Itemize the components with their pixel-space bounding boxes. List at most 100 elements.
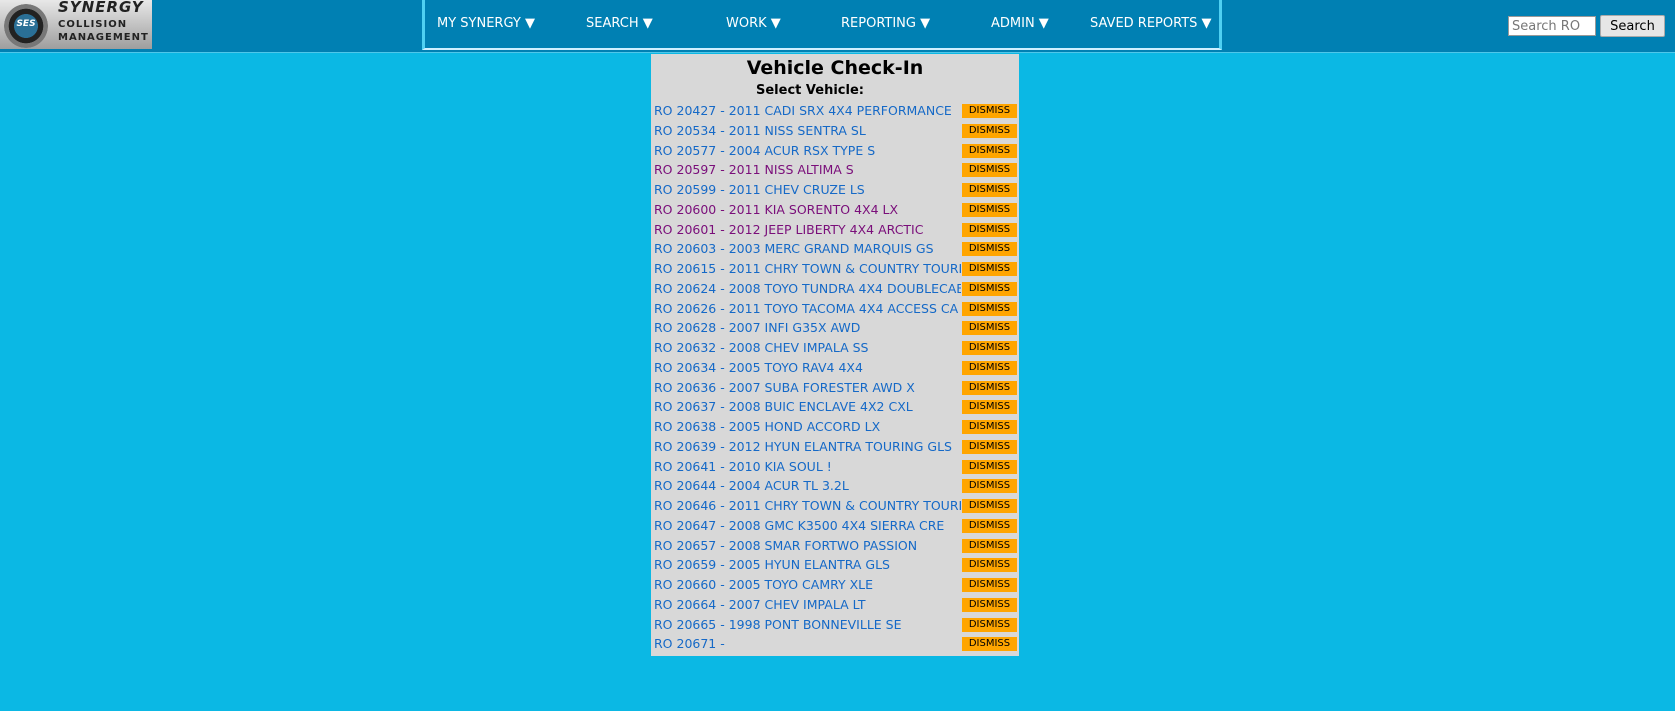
dismiss-button[interactable]: DISMISS: [962, 341, 1017, 355]
vehicle-link[interactable]: RO 20639 - 2012 HYUN ELANTRA TOURING GLS: [654, 439, 961, 454]
vehicle-row: RO 20624 - 2008 TOYO TUNDRA 4X4 DOUBLECA…: [651, 280, 1019, 300]
dismiss-button[interactable]: DISMISS: [962, 558, 1017, 573]
vehicle-row: RO 20639 - 2012 HYUN ELANTRA TOURING GLS…: [651, 438, 1019, 458]
vehicle-row: RO 20660 - 2005 TOYO CAMRY XLE DISMISS: [651, 576, 1019, 596]
vehicle-row: RO 20657 - 2008 SMAR FORTWO PASSION DISMI…: [651, 537, 1019, 557]
dismiss-button[interactable]: DISMISS: [962, 321, 1017, 336]
vehicle-row: RO 20603 - 2003 MERC GRAND MARQUIS GS DIS…: [651, 240, 1019, 260]
vehicle-row: RO 20628 - 2007 INFI G35X AWD DISMISS: [651, 319, 1019, 339]
vehicle-link[interactable]: RO 20534 - 2011 NISS SENTRA SL: [654, 123, 961, 138]
vehicle-row: RO 20597 - 2011 NISS ALTIMA S DISMISS: [651, 161, 1019, 181]
dismiss-button[interactable]: DISMISS: [962, 143, 1017, 158]
vehicle-link[interactable]: RO 20664 - 2007 CHEV IMPALA LT: [654, 597, 961, 612]
dismiss-button[interactable]: DISMISS: [962, 242, 1017, 257]
vehicle-row: RO 20647 - 2008 GMC K3500 4X4 SIERRA CRE…: [651, 517, 1019, 537]
vehicle-row: RO 20644 - 2004 ACUR TL 3.2L DISMISS: [651, 477, 1019, 497]
main-menu: MY SYNERGY ▼ SEARCH ▼ WORK ▼ REPORTING ▼…: [422, 0, 1222, 50]
vehicle-row: RO 20634 - 2005 TOYO RAV4 4X4 DISMISS: [651, 359, 1019, 379]
dismiss-button[interactable]: DISMISS: [962, 420, 1017, 434]
dismiss-button[interactable]: DISMISS: [962, 163, 1017, 178]
dismiss-button[interactable]: DISMISS: [962, 104, 1017, 118]
vehicle-link[interactable]: RO 20615 - 2011 CHRY TOWN & COUNTRY TOUR…: [654, 261, 961, 276]
dismiss-button[interactable]: DISMISS: [962, 380, 1017, 395]
dismiss-button[interactable]: DISMISS: [962, 499, 1017, 513]
vehicle-link[interactable]: RO 20601 - 2012 JEEP LIBERTY 4X4 ARCTIC: [654, 222, 961, 237]
logo-line-2: COLLISION: [58, 19, 128, 30]
vehicle-link[interactable]: RO 20657 - 2008 SMAR FORTWO PASSION: [654, 538, 961, 553]
dismiss-button[interactable]: DISMISS: [962, 400, 1017, 415]
menu-saved-reports[interactable]: SAVED REPORTS ▼: [1090, 16, 1212, 31]
menu-work[interactable]: WORK ▼: [726, 16, 781, 31]
dismiss-button[interactable]: DISMISS: [962, 538, 1017, 553]
top-navigation-bar: SES SYNERGY COLLISION MANAGEMENT MY SYNE…: [0, 0, 1675, 53]
vehicle-check-in-panel: Vehicle Check-In Select Vehicle: RO 2042…: [651, 54, 1019, 656]
vehicle-link[interactable]: RO 20638 - 2005 HOND ACCORD LX: [654, 419, 961, 434]
vehicle-row: RO 20638 - 2005 HOND ACCORD LX DISMISS: [651, 418, 1019, 438]
vehicle-link[interactable]: RO 20577 - 2004 ACUR RSX TYPE S: [654, 143, 961, 158]
vehicle-link[interactable]: RO 20637 - 2008 BUIC ENCLAVE 4X2 CXL: [654, 399, 961, 414]
dismiss-button[interactable]: DISMISS: [962, 439, 1017, 454]
dismiss-button[interactable]: DISMISS: [962, 578, 1017, 592]
vehicle-row: RO 20665 - 1998 PONT BONNEVILLE SE DISMIS…: [651, 616, 1019, 636]
dismiss-button[interactable]: DISMISS: [962, 202, 1017, 217]
vehicle-row: RO 20577 - 2004 ACUR RSX TYPE S DISMISS: [651, 142, 1019, 162]
menu-admin[interactable]: ADMIN ▼: [991, 16, 1049, 31]
vehicle-row: RO 20427 - 2011 CADI SRX 4X4 PERFORMANCE…: [651, 102, 1019, 122]
vehicle-link[interactable]: RO 20644 - 2004 ACUR TL 3.2L: [654, 478, 961, 493]
vehicle-row: RO 20664 - 2007 CHEV IMPALA LT DISMISS: [651, 596, 1019, 616]
vehicle-list: RO 20427 - 2011 CADI SRX 4X4 PERFORMANCE…: [651, 102, 1019, 655]
dismiss-button[interactable]: DISMISS: [962, 123, 1017, 138]
vehicle-link[interactable]: RO 20646 - 2011 CHRY TOWN & COUNTRY TOUR…: [654, 498, 961, 513]
vehicle-row: RO 20626 - 2011 TOYO TACOMA 4X4 ACCESS C…: [651, 300, 1019, 320]
vehicle-row: RO 20600 - 2011 KIA SORENTO 4X4 LX DISMIS…: [651, 201, 1019, 221]
search-button[interactable]: Search: [1600, 15, 1665, 37]
vehicle-row: RO 20601 - 2012 JEEP LIBERTY 4X4 ARCTIC D…: [651, 221, 1019, 241]
page-title: Vehicle Check-In: [746, 57, 924, 79]
vehicle-link[interactable]: RO 20600 - 2011 KIA SORENTO 4X4 LX: [654, 202, 961, 217]
vehicle-link[interactable]: RO 20665 - 1998 PONT BONNEVILLE SE: [654, 617, 961, 632]
vehicle-link[interactable]: RO 20628 - 2007 INFI G35X AWD: [654, 320, 961, 335]
menu-my-synergy[interactable]: MY SYNERGY ▼: [437, 16, 535, 31]
vehicle-link[interactable]: RO 20659 - 2005 HYUN ELANTRA GLS: [654, 557, 961, 572]
vehicle-row: RO 20636 - 2007 SUBA FORESTER AWD X DISMI…: [651, 379, 1019, 399]
select-vehicle-label: Select Vehicle:: [756, 83, 864, 98]
vehicle-link[interactable]: RO 20427 - 2011 CADI SRX 4X4 PERFORMANCE: [654, 103, 961, 118]
menu-search[interactable]: SEARCH ▼: [586, 16, 653, 31]
vehicle-row: RO 20646 - 2011 CHRY TOWN & COUNTRY TOUR…: [651, 497, 1019, 517]
vehicle-link[interactable]: RO 20647 - 2008 GMC K3500 4X4 SIERRA CRE: [654, 518, 961, 533]
logo-badge: SES: [16, 19, 36, 29]
synergy-logo[interactable]: SES SYNERGY COLLISION MANAGEMENT: [0, 0, 152, 49]
dismiss-button[interactable]: DISMISS: [962, 262, 1017, 276]
vehicle-link[interactable]: RO 20671 -: [654, 636, 961, 651]
vehicle-row: RO 20615 - 2011 CHRY TOWN & COUNTRY TOUR…: [651, 260, 1019, 280]
dismiss-button[interactable]: DISMISS: [962, 301, 1017, 316]
vehicle-link[interactable]: RO 20624 - 2008 TOYO TUNDRA 4X4 DOUBLECA…: [654, 281, 961, 296]
logo-line-1: SYNERGY: [58, 0, 144, 16]
vehicle-link[interactable]: RO 20636 - 2007 SUBA FORESTER AWD X: [654, 380, 961, 395]
vehicle-link[interactable]: RO 20632 - 2008 CHEV IMPALA SS: [654, 340, 961, 355]
dismiss-button[interactable]: DISMISS: [962, 183, 1017, 197]
vehicle-link[interactable]: RO 20603 - 2003 MERC GRAND MARQUIS GS: [654, 241, 961, 256]
gear-logo-icon: SES: [4, 4, 48, 48]
dismiss-button[interactable]: DISMISS: [962, 637, 1017, 652]
vehicle-row: RO 20599 - 2011 CHEV CRUZE LS DISMISS: [651, 181, 1019, 201]
search-ro-input[interactable]: [1508, 16, 1596, 36]
menu-reporting[interactable]: REPORTING ▼: [841, 16, 930, 31]
dismiss-button[interactable]: DISMISS: [962, 518, 1017, 533]
vehicle-link[interactable]: RO 20597 - 2011 NISS ALTIMA S: [654, 162, 961, 177]
dismiss-button[interactable]: DISMISS: [962, 222, 1017, 237]
vehicle-row: RO 20641 - 2010 KIA SOUL ! DISMISS: [651, 458, 1019, 478]
vehicle-link[interactable]: RO 20660 - 2005 TOYO CAMRY XLE: [654, 577, 961, 592]
vehicle-row: RO 20637 - 2008 BUIC ENCLAVE 4X2 CXL DISM…: [651, 398, 1019, 418]
vehicle-link[interactable]: RO 20634 - 2005 TOYO RAV4 4X4: [654, 360, 961, 375]
dismiss-button[interactable]: DISMISS: [962, 459, 1017, 474]
dismiss-button[interactable]: DISMISS: [962, 617, 1017, 632]
dismiss-button[interactable]: DISMISS: [962, 360, 1017, 375]
vehicle-link[interactable]: RO 20641 - 2010 KIA SOUL !: [654, 459, 961, 474]
dismiss-button[interactable]: DISMISS: [962, 479, 1017, 494]
dismiss-button[interactable]: DISMISS: [962, 597, 1017, 612]
vehicle-link[interactable]: RO 20626 - 2011 TOYO TACOMA 4X4 ACCESS C…: [654, 301, 961, 316]
dismiss-button[interactable]: DISMISS: [962, 281, 1017, 296]
vehicle-link[interactable]: RO 20599 - 2011 CHEV CRUZE LS: [654, 182, 961, 197]
vehicle-row: RO 20632 - 2008 CHEV IMPALA SS DISMISS: [651, 339, 1019, 359]
